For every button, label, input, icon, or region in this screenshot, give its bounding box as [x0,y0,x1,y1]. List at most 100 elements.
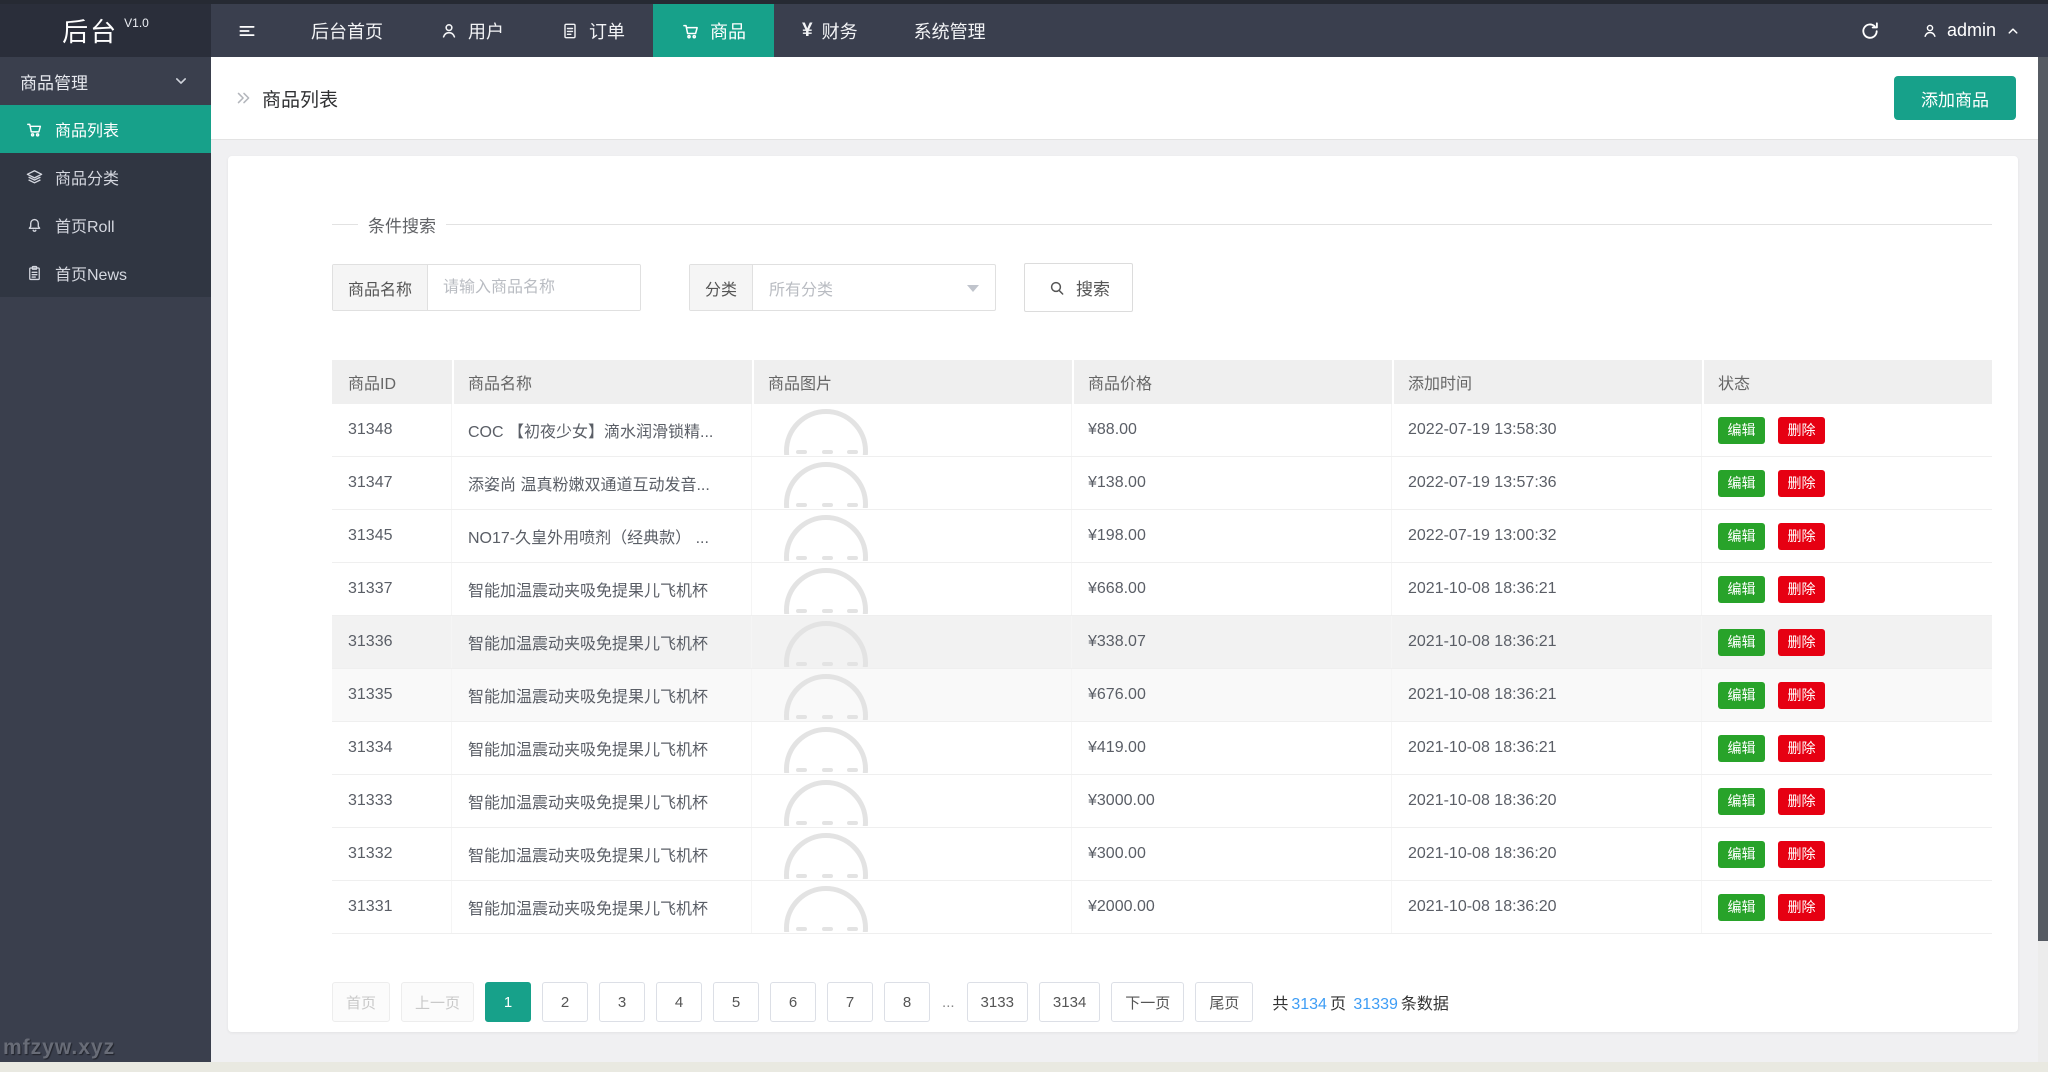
product-name-input[interactable] [428,265,641,310]
page-button[interactable]: 4 [656,982,703,1022]
edit-button[interactable]: 编辑 [1718,840,1765,868]
sidebar-group-label: 商品管理 [20,73,88,93]
edit-button[interactable]: 编辑 [1718,681,1765,709]
sidebar-item-product-list[interactable]: 商品列表 [0,105,211,153]
edit-button[interactable]: 编辑 [1718,734,1765,762]
add-product-button[interactable]: 添加商品 [1894,76,2016,120]
image-placeholder-dash [847,556,858,560]
page-button[interactable]: 3133 [966,982,1028,1022]
table-header: 商品ID 商品名称 商品图片 商品价格 添加时间 状态 [332,360,1992,404]
layers-icon [25,168,44,187]
delete-button[interactable]: 删除 [1778,522,1825,550]
table-row: 31347 添姿尚 温真粉嫩双通道互动发音... ¥138.00 2022-07-19… [332,457,1992,510]
cell-product-name: 智能加温震动夹吸免提果儿飞机杯 [452,828,752,880]
cell-product-price: ¥3000.00 [1072,775,1392,827]
delete-button[interactable]: 删除 [1778,416,1825,444]
image-placeholder-dash [822,450,833,454]
cell-product-id: 31347 [332,457,452,509]
delete-button[interactable]: 删除 [1778,681,1825,709]
edit-button[interactable]: 编辑 [1718,893,1765,921]
cell-status: 编辑 删除 [1702,404,1992,456]
search-fieldset: 条件搜索 [332,212,1992,237]
edit-button[interactable]: 编辑 [1718,787,1765,815]
cell-product-price: ¥668.00 [1072,563,1392,615]
search-button[interactable]: 搜索 [1024,263,1134,312]
app-logo: 后台 V1.0 [0,4,211,57]
cell-status: 编辑 删除 [1702,510,1992,562]
delete-button[interactable]: 删除 [1778,469,1825,497]
product-image-placeholder [778,829,878,879]
nav-item-products[interactable]: 商品 [653,4,774,57]
sidebar-group-product-management[interactable]: 商品管理 [0,57,211,105]
user-menu[interactable]: admin [1921,20,2022,41]
last-page-button[interactable]: 尾页 [1195,982,1254,1022]
page-button[interactable]: 8 [884,982,931,1022]
edit-button[interactable]: 编辑 [1718,469,1765,497]
page-button[interactable]: 6 [770,982,817,1022]
prev-page-button[interactable]: 上一页 [401,982,475,1022]
nav-item-finance[interactable]: ¥ 财务 [774,4,886,57]
refresh-icon[interactable] [1859,20,1881,42]
cell-product-id: 31336 [332,616,452,668]
nav-item-home[interactable]: 后台首页 [283,4,411,57]
cell-product-price: ¥2000.00 [1072,881,1392,933]
delete-button[interactable]: 删除 [1778,575,1825,603]
edit-button[interactable]: 编辑 [1718,575,1765,603]
delete-button[interactable]: 删除 [1778,628,1825,656]
vertical-scrollbar-thumb[interactable] [2038,57,2048,942]
nav-item-orders[interactable]: 订单 [532,4,653,57]
nav-item-system[interactable]: 系统管理 [886,4,1014,57]
topbar: 后台 V1.0 后台首页 用户 订单 商品 ¥ 财务 系统管理 admin [0,0,2048,57]
product-image-placeholder [778,882,878,932]
cell-status: 编辑 删除 [1702,828,1992,880]
category-select[interactable]: 所有分类 [753,265,995,310]
page-button[interactable]: 3 [599,982,646,1022]
image-placeholder-dash [796,556,807,560]
product-image-placeholder [778,617,878,667]
delete-button[interactable]: 删除 [1778,787,1825,815]
delete-button[interactable]: 删除 [1778,734,1825,762]
delete-button[interactable]: 删除 [1778,840,1825,868]
sidebar-menu: 商品列表商品分类首页Roll 首页News [0,105,211,297]
page-button[interactable]: 3134 [1038,982,1101,1022]
table-row: 31335 智能加温震动夹吸免提果儿飞机杯 ¥676.00 2021-10-08 18… [332,669,1992,722]
page-button[interactable]: 2 [542,982,589,1022]
cell-product-name: 智能加温震动夹吸免提果儿飞机杯 [452,775,752,827]
sidebar-item-product-category[interactable]: 商品分类 [0,153,211,201]
next-page-button[interactable]: 下一页 [1111,982,1185,1022]
image-placeholder-arc [784,886,868,932]
product-image-placeholder [778,670,878,720]
page-title: 商品列表 [262,89,339,111]
hamburger-icon[interactable] [211,4,283,57]
table-row: 31345 NO17-久皇外用喷剂（经典款） ... ¥198.00 2022-07-… [332,510,1992,563]
nav-item-users[interactable]: 用户 [411,4,532,57]
cell-product-id: 31332 [332,828,452,880]
sidebar-item-home-news[interactable]: 首页News [0,249,211,297]
image-placeholder-dash [796,768,807,772]
edit-button[interactable]: 编辑 [1718,416,1765,444]
edit-button[interactable]: 编辑 [1718,522,1765,550]
page-button[interactable]: 5 [713,982,760,1022]
image-placeholder-dash [822,609,833,613]
app-title: 后台 [62,17,119,47]
image-placeholder-dash [796,609,807,613]
sidebar-item-home-roll[interactable]: 首页Roll [0,201,211,249]
delete-button[interactable]: 删除 [1778,893,1825,921]
page-button[interactable]: 1 [485,982,532,1022]
col-header-image: 商品图片 [752,360,1072,404]
image-placeholder-arc [784,515,868,561]
cell-product-name: 智能加温震动夹吸免提果儿飞机杯 [452,563,752,615]
image-placeholder-dash [847,874,858,878]
cell-product-image [752,722,1072,774]
search-icon [1047,278,1067,298]
cell-product-image [752,510,1072,562]
image-placeholder-arc [784,621,868,667]
image-placeholder-arc [784,462,868,508]
first-page-button[interactable]: 首页 [332,982,391,1022]
summary-prefix: 共 [1272,996,1289,1013]
edit-button[interactable]: 编辑 [1718,628,1765,656]
product-name-label: 商品名称 [333,265,429,310]
page-button[interactable]: 7 [827,982,874,1022]
sidebar-item-label: 商品分类 [55,171,120,188]
username: admin [1946,20,1996,40]
